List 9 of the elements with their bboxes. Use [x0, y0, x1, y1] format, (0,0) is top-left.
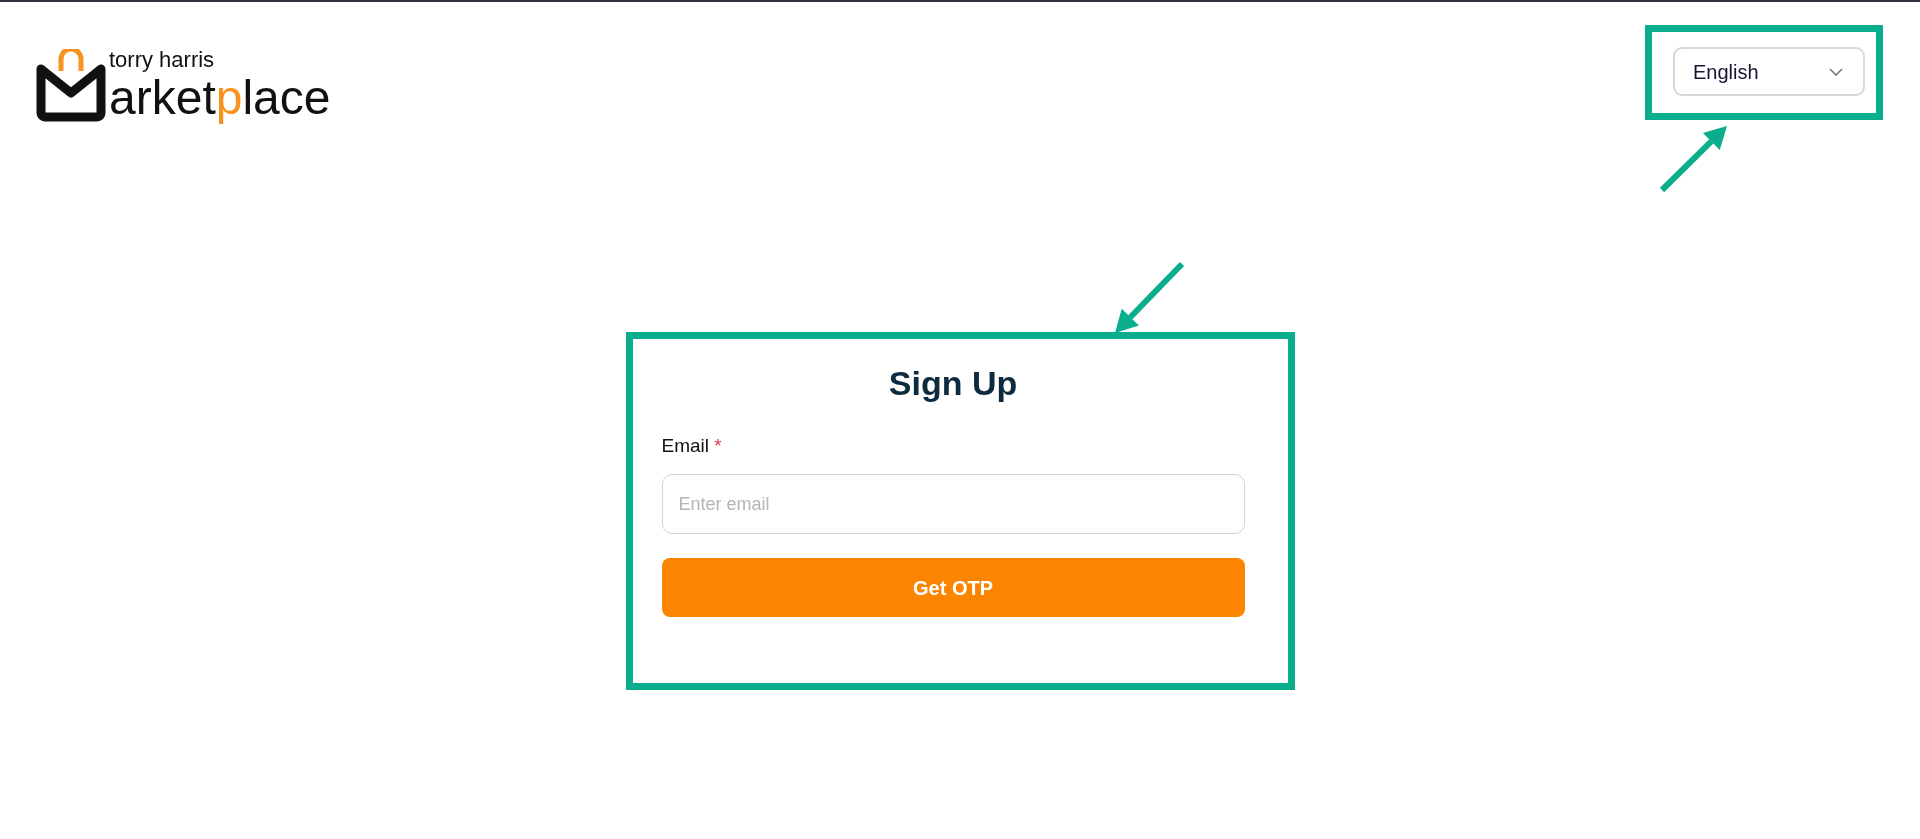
chevron-down-icon: [1829, 67, 1843, 76]
language-select[interactable]: English: [1673, 47, 1865, 96]
form-title: Sign Up: [887, 363, 1019, 404]
field-label: Email *: [661, 433, 723, 458]
logo-tagline: torry harris: [109, 47, 216, 72]
bag-icon: [35, 49, 107, 122]
email-field[interactable]: Enter email: [661, 474, 1245, 535]
logo-wordmark: arketplace: [109, 74, 331, 122]
annotation-arrow: [1659, 126, 1727, 193]
